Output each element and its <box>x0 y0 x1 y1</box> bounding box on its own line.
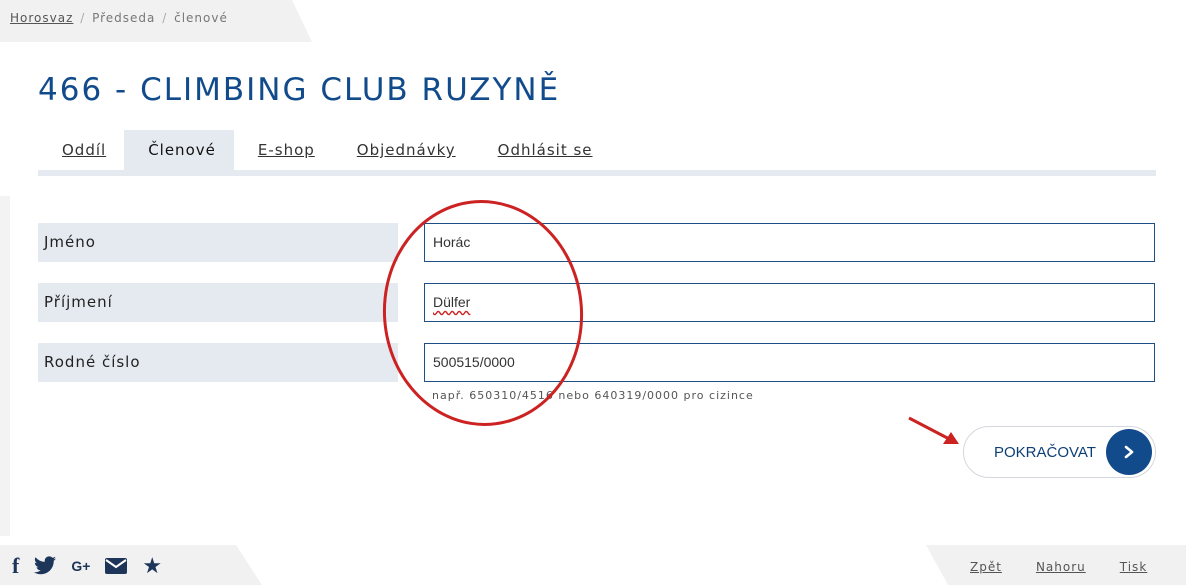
tab-clenove[interactable]: Členové <box>124 130 234 170</box>
tab-oddil[interactable]: Oddíl <box>38 130 124 170</box>
mail-icon[interactable] <box>104 553 128 579</box>
first-name-label: Jméno <box>38 223 398 262</box>
breadcrumb-home-link[interactable]: Horosvaz <box>10 11 73 25</box>
breadcrumb-separator: / <box>162 11 168 25</box>
breadcrumb-level-2: členové <box>174 11 228 25</box>
print-link[interactable]: Tisk <box>1120 560 1148 574</box>
continue-button-label: POKRAČOVAT <box>994 443 1096 461</box>
last-name-label: Příjmení <box>38 283 398 322</box>
breadcrumb-separator: / <box>80 11 86 25</box>
star-icon[interactable]: ★ <box>142 553 162 579</box>
twitter-icon[interactable] <box>33 553 57 579</box>
tab-eshop[interactable]: E-shop <box>234 130 333 170</box>
tab-objednavky[interactable]: Objednávky <box>333 130 474 170</box>
continue-button[interactable]: POKRAČOVAT <box>963 426 1156 478</box>
footer-links: Zpět Nahoru Tisk <box>970 560 1147 574</box>
google-plus-icon[interactable]: G+ <box>71 553 90 579</box>
chevron-right-icon <box>1106 429 1152 475</box>
breadcrumb: Horosvaz / Předseda / členové <box>10 11 228 25</box>
page-title: 466 - CLIMBING CLUB RUZYNĚ <box>38 72 561 108</box>
facebook-icon[interactable]: f <box>12 553 19 579</box>
birth-number-label: Rodné číslo <box>38 343 398 382</box>
top-link[interactable]: Nahoru <box>1036 560 1086 574</box>
breadcrumb-level-1: Předseda <box>92 11 156 25</box>
back-link[interactable]: Zpět <box>970 560 1002 574</box>
social-icons: f G+ ★ <box>12 553 162 579</box>
annotation-arrow-icon <box>908 416 959 444</box>
tabs-underline <box>38 170 1156 176</box>
tab-odhlasit[interactable]: Odhlásit se <box>474 130 611 170</box>
main-tabs: Oddíl Členové E-shop Objednávky Odhlásit… <box>38 130 611 170</box>
